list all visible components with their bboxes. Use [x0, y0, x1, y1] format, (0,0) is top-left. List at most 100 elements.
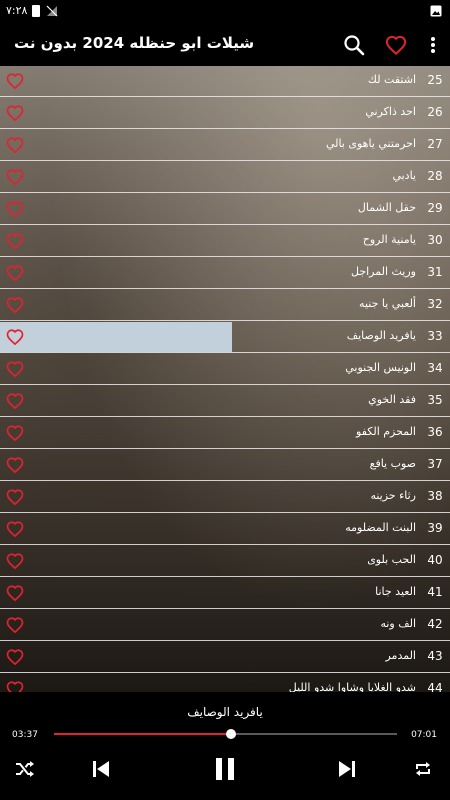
playlist-row[interactable]: حقل الشمال 29	[0, 194, 450, 225]
pause-icon	[216, 758, 234, 780]
now-playing-title: يافريد الوصايف	[187, 705, 263, 719]
more-vert-icon	[431, 37, 435, 53]
favorite-heart-icon[interactable]	[6, 104, 24, 122]
track-title: المحزم الكفو	[356, 425, 416, 438]
track-title: الونيس الجنوبي	[345, 361, 416, 374]
playlist-row[interactable]: فقد الخوي 35	[0, 386, 450, 417]
pause-button[interactable]	[212, 756, 238, 782]
playlist-row[interactable]: رثاء حزينه 38	[0, 482, 450, 513]
player-bar: يافريد الوصايف 03:37 07:01	[0, 692, 450, 800]
playlist-row[interactable]: الف ونه 42	[0, 610, 450, 641]
heart-icon	[385, 35, 407, 55]
track-title: يامنية الروح	[362, 233, 416, 246]
playlist[interactable]: اشتقت لك 25 احد ذاكرني 26 احرمتني ياهوى بالي…	[0, 66, 450, 692]
track-title: المدمر	[385, 649, 416, 662]
favorites-button[interactable]	[383, 32, 409, 58]
track-title: فقد الخوي	[368, 393, 416, 406]
more-options-button[interactable]	[420, 32, 446, 58]
favorite-heart-icon[interactable]	[6, 584, 24, 602]
track-title: الحب بلوى	[367, 553, 416, 566]
favorite-heart-icon[interactable]	[6, 456, 24, 474]
app-title: شيلات ابو حنظله 2024 بدون نت	[14, 34, 255, 52]
next-icon	[339, 761, 355, 777]
track-number: 32	[427, 297, 443, 311]
previous-button[interactable]	[88, 756, 114, 782]
favorite-heart-icon[interactable]	[6, 72, 24, 90]
seek-thumb[interactable]	[225, 729, 236, 739]
playlist-row[interactable]: يامنية الروح 30	[0, 226, 450, 257]
repeat-button[interactable]	[410, 756, 436, 782]
shuffle-icon	[16, 761, 34, 777]
total-time: 07:01	[411, 730, 437, 740]
playlist-row[interactable]: شدو الغلايا وشاوا شدو الليل 44	[0, 674, 450, 692]
track-number: 39	[427, 521, 443, 535]
favorite-heart-icon[interactable]	[6, 424, 24, 442]
favorite-heart-icon[interactable]	[6, 232, 24, 250]
favorite-heart-icon[interactable]	[6, 616, 24, 634]
favorite-heart-icon[interactable]	[6, 392, 24, 410]
track-title: اشتقت لك	[367, 73, 416, 86]
track-title: الف ونه	[380, 617, 416, 630]
track-number: 38	[427, 489, 443, 503]
playlist-row[interactable]: صوب يافع 37	[0, 450, 450, 481]
track-title: يادبي	[392, 169, 416, 182]
playlist-row[interactable]: احرمتني ياهوى بالي 27	[0, 130, 450, 161]
track-number: 26	[427, 105, 443, 119]
playlist-row[interactable]: المحزم الكفو 36	[0, 418, 450, 449]
playlist-row[interactable]: البنت المضلومه 39	[0, 514, 450, 545]
favorite-heart-icon[interactable]	[6, 136, 24, 154]
track-number: 36	[427, 425, 443, 439]
track-title: صوب يافع	[369, 457, 416, 470]
playlist-row[interactable]: يافريد الوصايف 33	[0, 322, 450, 353]
no-signal-icon	[46, 5, 58, 17]
shuffle-button[interactable]	[12, 756, 38, 782]
playlist-row[interactable]: المدمر 43	[0, 642, 450, 673]
track-title: احد ذاكرني	[365, 105, 416, 118]
track-number: 31	[427, 265, 443, 279]
favorite-heart-icon[interactable]	[6, 264, 24, 282]
track-number: 44	[427, 681, 443, 692]
playlist-row[interactable]: الحب بلوى 40	[0, 546, 450, 577]
current-time: 03:37	[12, 730, 38, 740]
playlist-row[interactable]: ألعبي يا جنيه 32	[0, 290, 450, 321]
favorite-heart-icon[interactable]	[6, 296, 24, 314]
track-title: حقل الشمال	[357, 201, 416, 214]
track-title: رثاء حزينه	[370, 489, 416, 502]
playlist-row[interactable]: يادبي 28	[0, 162, 450, 193]
track-number: 41	[427, 585, 443, 599]
favorite-heart-icon[interactable]	[6, 200, 24, 218]
track-number: 43	[427, 649, 443, 663]
track-title: يافريد الوصايف	[346, 329, 416, 342]
battery-icon	[32, 5, 40, 17]
track-number: 34	[427, 361, 443, 375]
previous-icon	[93, 761, 109, 777]
status-time: ٧:٢٨	[6, 4, 28, 17]
search-icon	[344, 35, 365, 56]
seek-bar[interactable]	[54, 729, 397, 739]
favorite-heart-icon[interactable]	[6, 552, 24, 570]
gallery-icon	[430, 5, 442, 17]
playlist-row[interactable]: وريث المراجل 31	[0, 258, 450, 289]
selected-highlight	[0, 322, 232, 352]
playlist-row[interactable]: العيد جانا 41	[0, 578, 450, 609]
track-number: 37	[427, 457, 443, 471]
favorite-heart-icon[interactable]	[6, 648, 24, 666]
favorite-heart-icon[interactable]	[6, 680, 24, 692]
playlist-row[interactable]: الونيس الجنوبي 34	[0, 354, 450, 385]
favorite-heart-icon[interactable]	[6, 328, 24, 346]
status-bar: ٧:٢٨	[0, 0, 450, 24]
favorite-heart-icon[interactable]	[6, 488, 24, 506]
playlist-row[interactable]: احد ذاكرني 26	[0, 98, 450, 129]
track-number: 30	[427, 233, 443, 247]
search-button[interactable]	[341, 32, 367, 58]
favorite-heart-icon[interactable]	[6, 168, 24, 186]
playlist-row[interactable]: اشتقت لك 25	[0, 66, 450, 97]
next-button[interactable]	[334, 756, 360, 782]
favorite-heart-icon[interactable]	[6, 520, 24, 538]
track-title: احرمتني ياهوى بالي	[325, 137, 416, 150]
track-number: 27	[427, 137, 443, 151]
track-number: 28	[427, 169, 443, 183]
favorite-heart-icon[interactable]	[6, 360, 24, 378]
track-title: شدو الغلايا وشاوا شدو الليل	[288, 681, 416, 692]
seek-progress	[54, 733, 231, 735]
